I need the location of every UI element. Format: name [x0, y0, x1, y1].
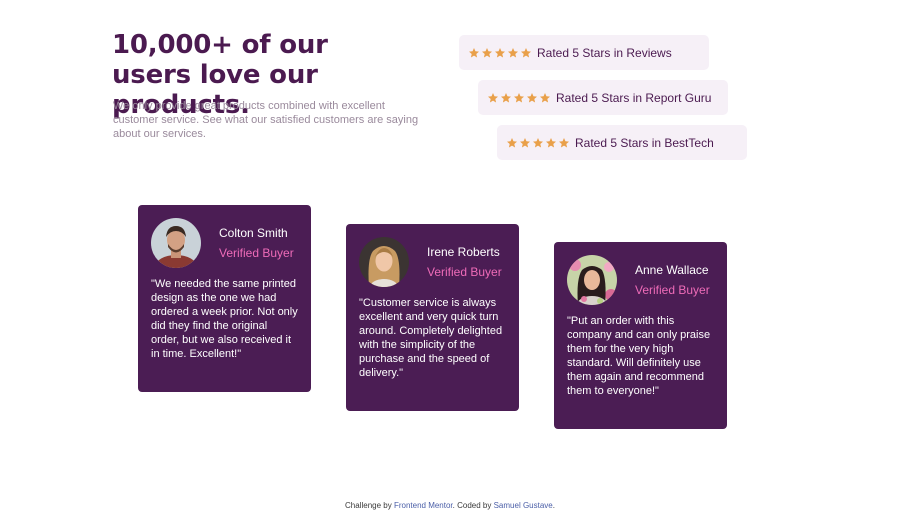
star-icon [482, 47, 492, 57]
star-icon [501, 92, 511, 102]
attribution-middle: . Coded by [452, 501, 492, 510]
reviewer-status: Verified Buyer [219, 246, 294, 260]
star-icon [540, 92, 550, 102]
avatar [567, 255, 617, 305]
star-icon [514, 92, 524, 102]
reviewer-name: Irene Roberts [427, 245, 500, 259]
intro-text: We only provide great products combined … [113, 100, 419, 140]
attribution-suffix: . [552, 501, 555, 510]
attribution-prefix: Challenge by [345, 501, 392, 510]
frontend-mentor-link[interactable]: Frontend Mentor [394, 501, 453, 510]
rating-label: Rated 5 Stars in BestTech [575, 135, 714, 150]
star-icon [508, 47, 518, 57]
reviewer-status: Verified Buyer [635, 283, 710, 297]
testimonial-quote: "Customer service is always excellent an… [359, 297, 503, 379]
author-link[interactable]: Samuel Gustave [494, 501, 553, 510]
rating-label: Rated 5 Stars in Report Guru [556, 90, 712, 105]
star-icon [546, 137, 556, 147]
rating-report-guru: Rated 5 Stars in Report Guru [478, 80, 728, 115]
attribution: Challenge by Frontend Mentor. Coded by S… [0, 501, 900, 510]
star-icon [521, 47, 531, 57]
testimonial-card-irene: Irene Roberts Verified Buyer "Customer s… [346, 224, 519, 411]
avatar [359, 237, 409, 287]
testimonial-card-colton: Colton Smith Verified Buyer "We needed t… [138, 205, 311, 392]
testimonial-card-anne: Anne Wallace Verified Buyer "Put an orde… [554, 242, 727, 429]
star-icon [559, 137, 569, 147]
star-rating [487, 92, 551, 104]
star-icon [488, 92, 498, 102]
reviewer-name: Anne Wallace [635, 263, 709, 277]
rating-reviews: Rated 5 Stars in Reviews [459, 35, 709, 70]
star-icon [495, 47, 505, 57]
star-rating [468, 47, 532, 59]
testimonial-quote: "We needed the same printed design as th… [151, 278, 298, 360]
testimonial-quote: "Put an order with this company and can … [567, 315, 711, 397]
star-icon [520, 137, 530, 147]
star-icon [469, 47, 479, 57]
reviewer-name: Colton Smith [219, 226, 288, 240]
star-rating [506, 137, 570, 149]
star-icon [527, 92, 537, 102]
rating-label: Rated 5 Stars in Reviews [537, 45, 672, 60]
avatar [151, 218, 201, 268]
reviewer-status: Verified Buyer [427, 265, 502, 279]
star-icon [507, 137, 517, 147]
rating-besttech: Rated 5 Stars in BestTech [497, 125, 747, 160]
star-icon [533, 137, 543, 147]
